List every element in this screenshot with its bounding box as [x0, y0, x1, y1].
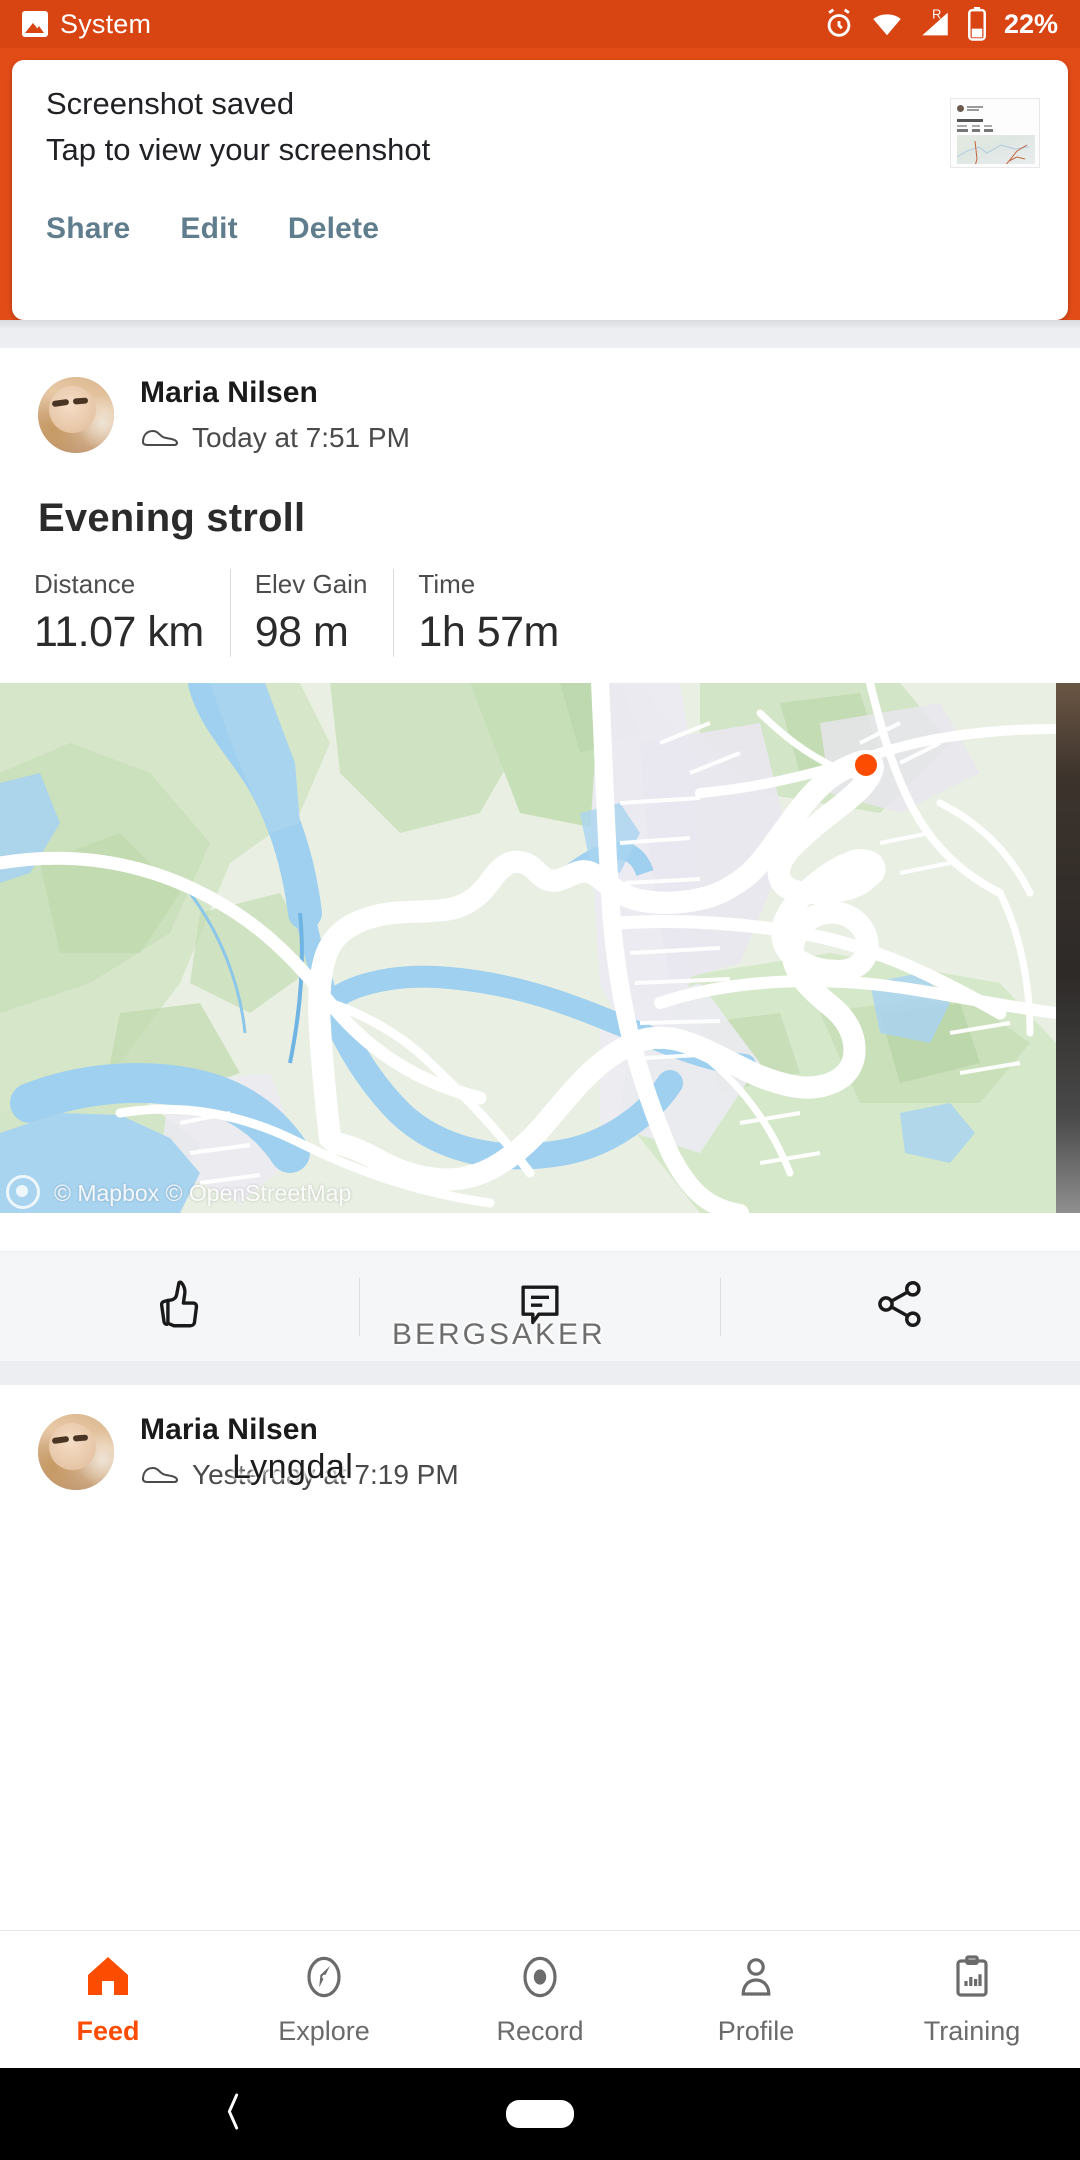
wifi-icon: [870, 9, 904, 39]
edit-action[interactable]: Edit: [180, 208, 259, 250]
thumbnail-preview: [951, 99, 1039, 167]
shoe-icon: [140, 426, 180, 450]
shoe-icon: [140, 1463, 180, 1487]
android-navigation-bar: [0, 2068, 1080, 2160]
activity-title[interactable]: Evening stroll: [0, 454, 1080, 541]
stat-value: 98 m: [254, 608, 349, 656]
share-icon: [872, 1276, 928, 1337]
home-icon: [82, 1953, 134, 2006]
notification-subtitle: Tap to view your screenshot: [46, 132, 431, 167]
nav-label: Profile: [717, 2015, 795, 2046]
notification-title: Screenshot saved: [46, 86, 295, 121]
status-bar-right: R 22%: [822, 7, 1058, 41]
avatar[interactable]: [38, 1414, 114, 1490]
stat-elev-gain: Elev Gain 98 m: [229, 569, 394, 657]
activity-header-2[interactable]: Maria Nilsen Yesterday at 7:19 PM: [0, 1385, 1080, 1491]
status-bar-left: System: [22, 9, 151, 40]
activity-timestamp-row: Today at 7:51 PM: [140, 422, 410, 454]
screenshot-thumbnail[interactable]: [950, 98, 1040, 168]
bottom-navigation: Feed Explore Record Profile Training: [0, 1930, 1080, 2068]
nav-item-record[interactable]: Record: [432, 1953, 648, 2047]
delete-action[interactable]: Delete: [288, 208, 401, 250]
stat-value: 11.07 km: [34, 608, 204, 656]
nav-item-profile[interactable]: Profile: [648, 1953, 864, 2047]
map-photo-strip: [1056, 683, 1080, 1213]
share-action[interactable]: Share: [46, 208, 152, 250]
activity-time: Today at 7:51 PM: [192, 422, 410, 453]
mapbox-logo-icon: [6, 1175, 40, 1209]
feed-separator-2: [0, 1361, 1080, 1385]
nav-item-training[interactable]: Training: [864, 1953, 1080, 2047]
screenshot-notification[interactable]: Screenshot saved Tap to view your screen…: [12, 60, 1068, 320]
social-spacer: [0, 1213, 1080, 1251]
kudos-button[interactable]: [0, 1252, 359, 1361]
athlete-name[interactable]: Maria Nilsen: [140, 376, 410, 410]
athlete-meta: Maria Nilsen Today at 7:51 PM: [140, 376, 410, 454]
activity-stats: Distance 11.07 km Elev Gain 98 m Time 1h…: [0, 541, 1080, 683]
activity-card-2[interactable]: Maria Nilsen Yesterday at 7:19 PM: [0, 1385, 1080, 1501]
stat-label: Time: [418, 569, 476, 599]
activity-map[interactable]: © Mapbox © OpenStreetMap: [0, 683, 1080, 1213]
map-label-bergsaker: BERGSAKER: [392, 1318, 606, 1351]
stat-label: Distance: [34, 569, 136, 599]
stat-distance: Distance 11.07 km: [34, 569, 230, 657]
record-icon: [515, 1953, 565, 2006]
cellular-roaming-icon: R: [918, 7, 952, 41]
person-icon: [731, 1953, 781, 2006]
status-bar-app-label: System: [60, 8, 152, 39]
athlete-name[interactable]: Maria Nilsen: [140, 1413, 459, 1447]
card-shadow: [0, 320, 1080, 330]
nav-label: Explore: [278, 2015, 370, 2046]
nav-label: Record: [496, 2015, 584, 2046]
back-chevron-icon[interactable]: [218, 2090, 248, 2139]
clipboard-chart-icon: [947, 1953, 997, 2006]
status-bar: System R 22%: [0, 0, 1080, 48]
battery-icon: [966, 7, 988, 41]
stat-label: Elev Gain: [254, 569, 368, 599]
stat-value: 1h 57m: [418, 608, 559, 656]
map-attribution: © Mapbox © OpenStreetMap: [54, 1180, 352, 1206]
activity-header[interactable]: Maria Nilsen Today at 7:51 PM: [0, 348, 1080, 454]
alarm-icon: [822, 7, 856, 41]
map-label-lyngdal: Lyngdal: [232, 1448, 354, 1486]
home-pill-icon[interactable]: [506, 2100, 574, 2128]
avatar[interactable]: [38, 377, 114, 453]
battery-percent-label: 22%: [1003, 8, 1058, 39]
notification-shade: Screenshot saved Tap to view your screen…: [0, 48, 1080, 320]
svg-text:R: R: [932, 7, 941, 21]
nav-item-feed[interactable]: Feed: [0, 1953, 216, 2047]
nav-item-explore[interactable]: Explore: [216, 1953, 432, 2047]
image-icon: [22, 11, 48, 37]
nav-label: Feed: [76, 2015, 140, 2046]
compass-icon: [299, 1953, 349, 2006]
share-button[interactable]: [721, 1252, 1080, 1361]
stat-time: Time 1h 57m: [393, 569, 584, 657]
notification-actions: Share Edit Delete: [46, 208, 1034, 250]
map-canvas[interactable]: [0, 683, 1056, 1213]
nav-label: Training: [923, 2015, 1021, 2046]
thumbs-up-icon: [151, 1275, 209, 1338]
